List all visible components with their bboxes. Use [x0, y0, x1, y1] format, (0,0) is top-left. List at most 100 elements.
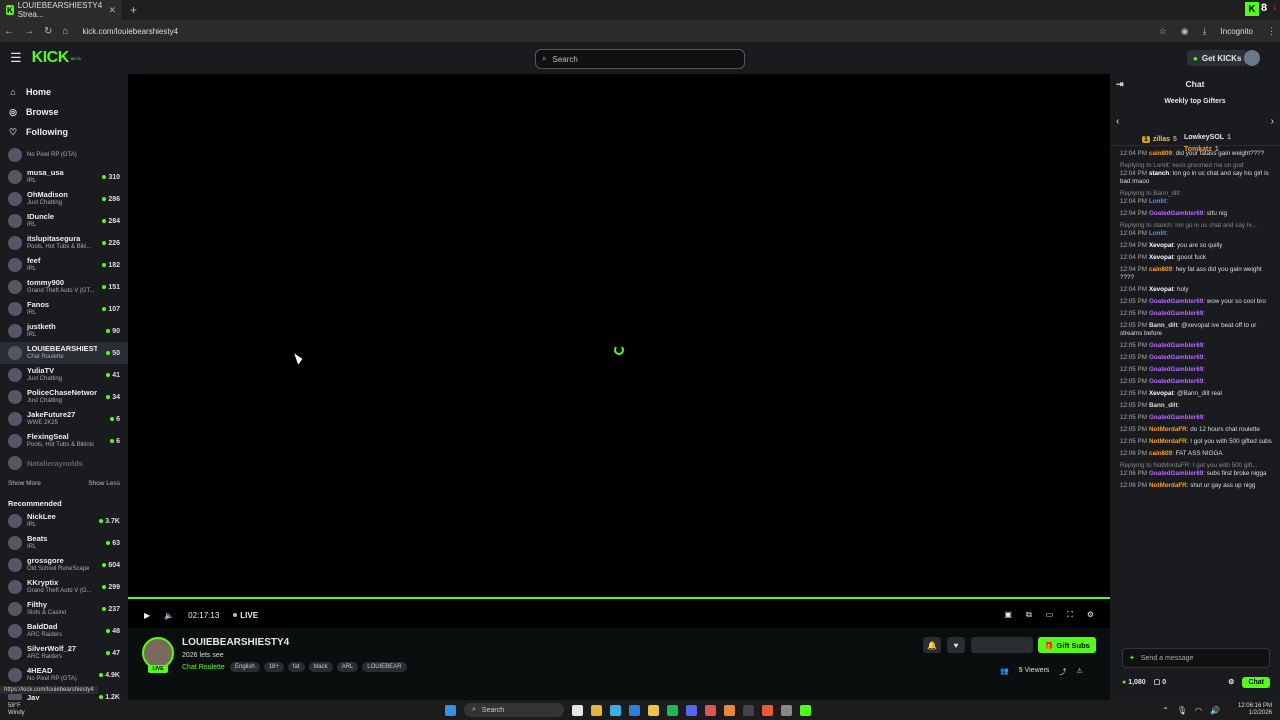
- stream-tag[interactable]: 18+: [263, 662, 284, 672]
- chat-message[interactable]: 12:04 PM Xevopat: you are so quilly: [1120, 242, 1272, 250]
- chat-message[interactable]: 12:05 PM NotMordaFR: do 12 hours chat rou…: [1120, 426, 1272, 434]
- message-username[interactable]: GoatedGambler69: [1149, 414, 1203, 421]
- sidebar-channel[interactable]: grossgore Old School RuneScape 604: [0, 554, 128, 576]
- message-username[interactable]: GoatedGambler69: [1149, 378, 1203, 385]
- volume-icon[interactable]: 🔊: [1210, 706, 1220, 715]
- kick-logo[interactable]: KICK: [32, 49, 70, 67]
- search-input[interactable]: ⌕ Search: [535, 49, 745, 69]
- sidebar-channel[interactable]: IDuncle IRL 284: [0, 210, 128, 232]
- message-username[interactable]: LonIit: [1149, 230, 1166, 237]
- message-username[interactable]: Xevopat: [1149, 242, 1174, 249]
- taskbar-search[interactable]: ⌕ Search: [464, 703, 564, 717]
- reply-context[interactable]: Replying to NotMordaFR: I got you with 5…: [1120, 462, 1272, 470]
- sidebar-channel[interactable]: FlexingSeal Pools, Hot Tubs & Bikinis 6: [0, 430, 128, 452]
- notification-bell-button[interactable]: 🔔: [923, 637, 941, 653]
- chat-settings-icon[interactable]: ⚙: [1228, 678, 1234, 686]
- chat-message[interactable]: 12:05 PM GoatedGambler69:: [1120, 342, 1272, 350]
- subscribe-button[interactable]: [971, 637, 1033, 653]
- weather-widget[interactable]: 58°F Windy: [8, 703, 25, 717]
- chat-message[interactable]: 12:06 PM cain809: FAT ASS NIGGA: [1120, 450, 1272, 458]
- reload-icon[interactable]: ↻: [44, 26, 52, 37]
- sidebar-channel[interactable]: itslupitasegura Pools, Hot Tubs & Biki...…: [0, 232, 128, 254]
- player-progress-bar[interactable]: [128, 597, 1110, 599]
- extension-icon[interactable]: ◉: [1181, 26, 1189, 37]
- collapse-chat-icon[interactable]: ⇥: [1116, 79, 1124, 90]
- sidebar-channel[interactable]: justketh IRL 90: [0, 320, 128, 342]
- message-username[interactable]: NotMordaFR: [1149, 438, 1187, 445]
- theater-icon[interactable]: ▭: [1046, 610, 1054, 620]
- message-username[interactable]: cain809: [1149, 450, 1172, 457]
- message-username[interactable]: GoatedGambler69: [1149, 210, 1203, 217]
- sidebar-channel[interactable]: feef IRL 182: [0, 254, 128, 276]
- chat-message[interactable]: 12:04 PM Xevopat: holy: [1120, 286, 1272, 294]
- miniplayer-icon[interactable]: ⧉: [1026, 610, 1032, 620]
- sidebar-channel[interactable]: Filthy Slots & Casino 237: [0, 598, 128, 620]
- sidebar-channel[interactable]: JakeFuture27 WWE 2K25 6: [0, 408, 128, 430]
- message-username[interactable]: GoatedGambler69: [1149, 310, 1203, 317]
- chat-message[interactable]: 12:05 PM GoatedGambler69:: [1120, 414, 1272, 422]
- chat-message[interactable]: 12:05 PM Xevopat: @Bann_dilt real: [1120, 390, 1272, 398]
- chat-message[interactable]: 12:05 PM NotMordaFR: I got you with 500 g…: [1120, 438, 1272, 446]
- hamburger-menu-icon[interactable]: ☰: [10, 50, 22, 66]
- sidebar-channel[interactable]: KKryptix Grand Theft Auto V (G... 299: [0, 576, 128, 598]
- taskview-icon[interactable]: [572, 704, 583, 716]
- user-avatar[interactable]: [1244, 50, 1260, 66]
- message-username[interactable]: GoatedGambler69: [1149, 366, 1203, 373]
- edge-icon[interactable]: [629, 704, 640, 716]
- mic-icon[interactable]: 🎙: [1177, 706, 1187, 715]
- chat-message[interactable]: 12:05 PM Bann_dilt: @xevopat ive beat off…: [1120, 322, 1272, 338]
- sidebar-channel[interactable]: 4HEAD No Pixel RP (GTA) 4.9K: [0, 664, 128, 686]
- chrome-icon[interactable]: [591, 704, 602, 716]
- stream-category[interactable]: Chat Roulette: [182, 664, 225, 671]
- chat-message[interactable]: Replying to LonIit: xevo groomed me on g…: [1120, 162, 1272, 186]
- nav-home[interactable]: ⌂ Home: [8, 82, 128, 102]
- clip-icon[interactable]: ▣: [1004, 610, 1012, 620]
- chevron-right-icon[interactable]: ›: [1271, 116, 1274, 127]
- chat-message[interactable]: 12:05 PM Bann_dilt:: [1120, 402, 1272, 410]
- discord-icon[interactable]: [686, 704, 697, 716]
- sidebar-channel[interactable]: BaldDad ARC Raiders 48: [0, 620, 128, 642]
- reply-context[interactable]: Replying to LonIit: xevo groomed me on g…: [1120, 162, 1272, 170]
- folder-icon[interactable]: [648, 704, 659, 716]
- gifter-1[interactable]: 1 zillas 5: [1142, 136, 1177, 143]
- message-username[interactable]: stanch: [1149, 170, 1169, 177]
- chat-message[interactable]: 12:06 PM NotMordaFR: shut ur gay ass up n…: [1120, 482, 1272, 490]
- stream-tag[interactable]: black: [308, 662, 333, 672]
- message-username[interactable]: cain809: [1149, 266, 1172, 273]
- sidebar-channel[interactable]: musa_usa IRL 310: [0, 166, 128, 188]
- download-icon[interactable]: ⤓: [1203, 26, 1207, 37]
- sidebar-channel[interactable]: Natalieraynolds: [0, 452, 128, 474]
- message-username[interactable]: LonIit: [1149, 198, 1166, 205]
- nav-following[interactable]: ♡ Following: [8, 122, 128, 142]
- sidebar-channel[interactable]: YuliaTV Just Chatting 41: [0, 364, 128, 386]
- clock[interactable]: 12:06:16 PM 1/2/2026: [1238, 703, 1272, 717]
- reply-context[interactable]: Replying to Bann_dilt:: [1120, 190, 1272, 198]
- kick-app-icon[interactable]: [800, 704, 811, 716]
- chat-send-button[interactable]: Chat: [1242, 676, 1270, 688]
- chat-message[interactable]: 12:05 PM GoatedGambler69:: [1120, 378, 1272, 386]
- chevron-up-icon[interactable]: ⌃: [1162, 706, 1169, 715]
- streamer-name[interactable]: LOUIEBEARSHIESTY4: [182, 637, 289, 648]
- reply-context[interactable]: Replying to stanch: lon go in uc chat an…: [1120, 222, 1272, 230]
- chat-message[interactable]: 12:05 PM GoatedGambler69: wow your so coo…: [1120, 298, 1272, 306]
- app-icon[interactable]: [781, 704, 792, 716]
- app-icon[interactable]: [705, 704, 716, 716]
- forward-icon[interactable]: →: [24, 26, 34, 37]
- message-username[interactable]: NotMordaFR: [1149, 482, 1187, 489]
- sidebar-channel[interactable]: OhMadison Just Chatting 286: [0, 188, 128, 210]
- chat-message[interactable]: 12:05 PM GoatedGambler69:: [1120, 354, 1272, 362]
- chat-message[interactable]: 12:05 PM GoatedGambler69:: [1120, 366, 1272, 374]
- spotify-icon[interactable]: [667, 704, 678, 716]
- chat-message[interactable]: 12:04 PM cain809: hey fat ass did you gai…: [1120, 266, 1272, 282]
- show-more-button[interactable]: Show More: [8, 480, 41, 487]
- nav-browse[interactable]: ◎ Browse: [8, 102, 128, 122]
- sidebar-channel[interactable]: PoliceChaseNetwork Just Chatting 34: [0, 386, 128, 408]
- chevron-left-icon[interactable]: ‹: [1116, 116, 1119, 127]
- message-username[interactable]: Xevopat: [1149, 390, 1174, 397]
- windows-start-icon[interactable]: [445, 704, 456, 716]
- message-username[interactable]: Xevopat: [1149, 254, 1174, 261]
- sidebar-channel[interactable]: tommy900 Grand Theft Auto V (GT... 151: [0, 276, 128, 298]
- volume-icon[interactable]: 🔈: [164, 611, 174, 620]
- home-browser-icon[interactable]: ⌂: [62, 26, 68, 37]
- browser-tab[interactable]: K LOUIEBEARSHIESTY4 Strea... ✕: [0, 0, 122, 20]
